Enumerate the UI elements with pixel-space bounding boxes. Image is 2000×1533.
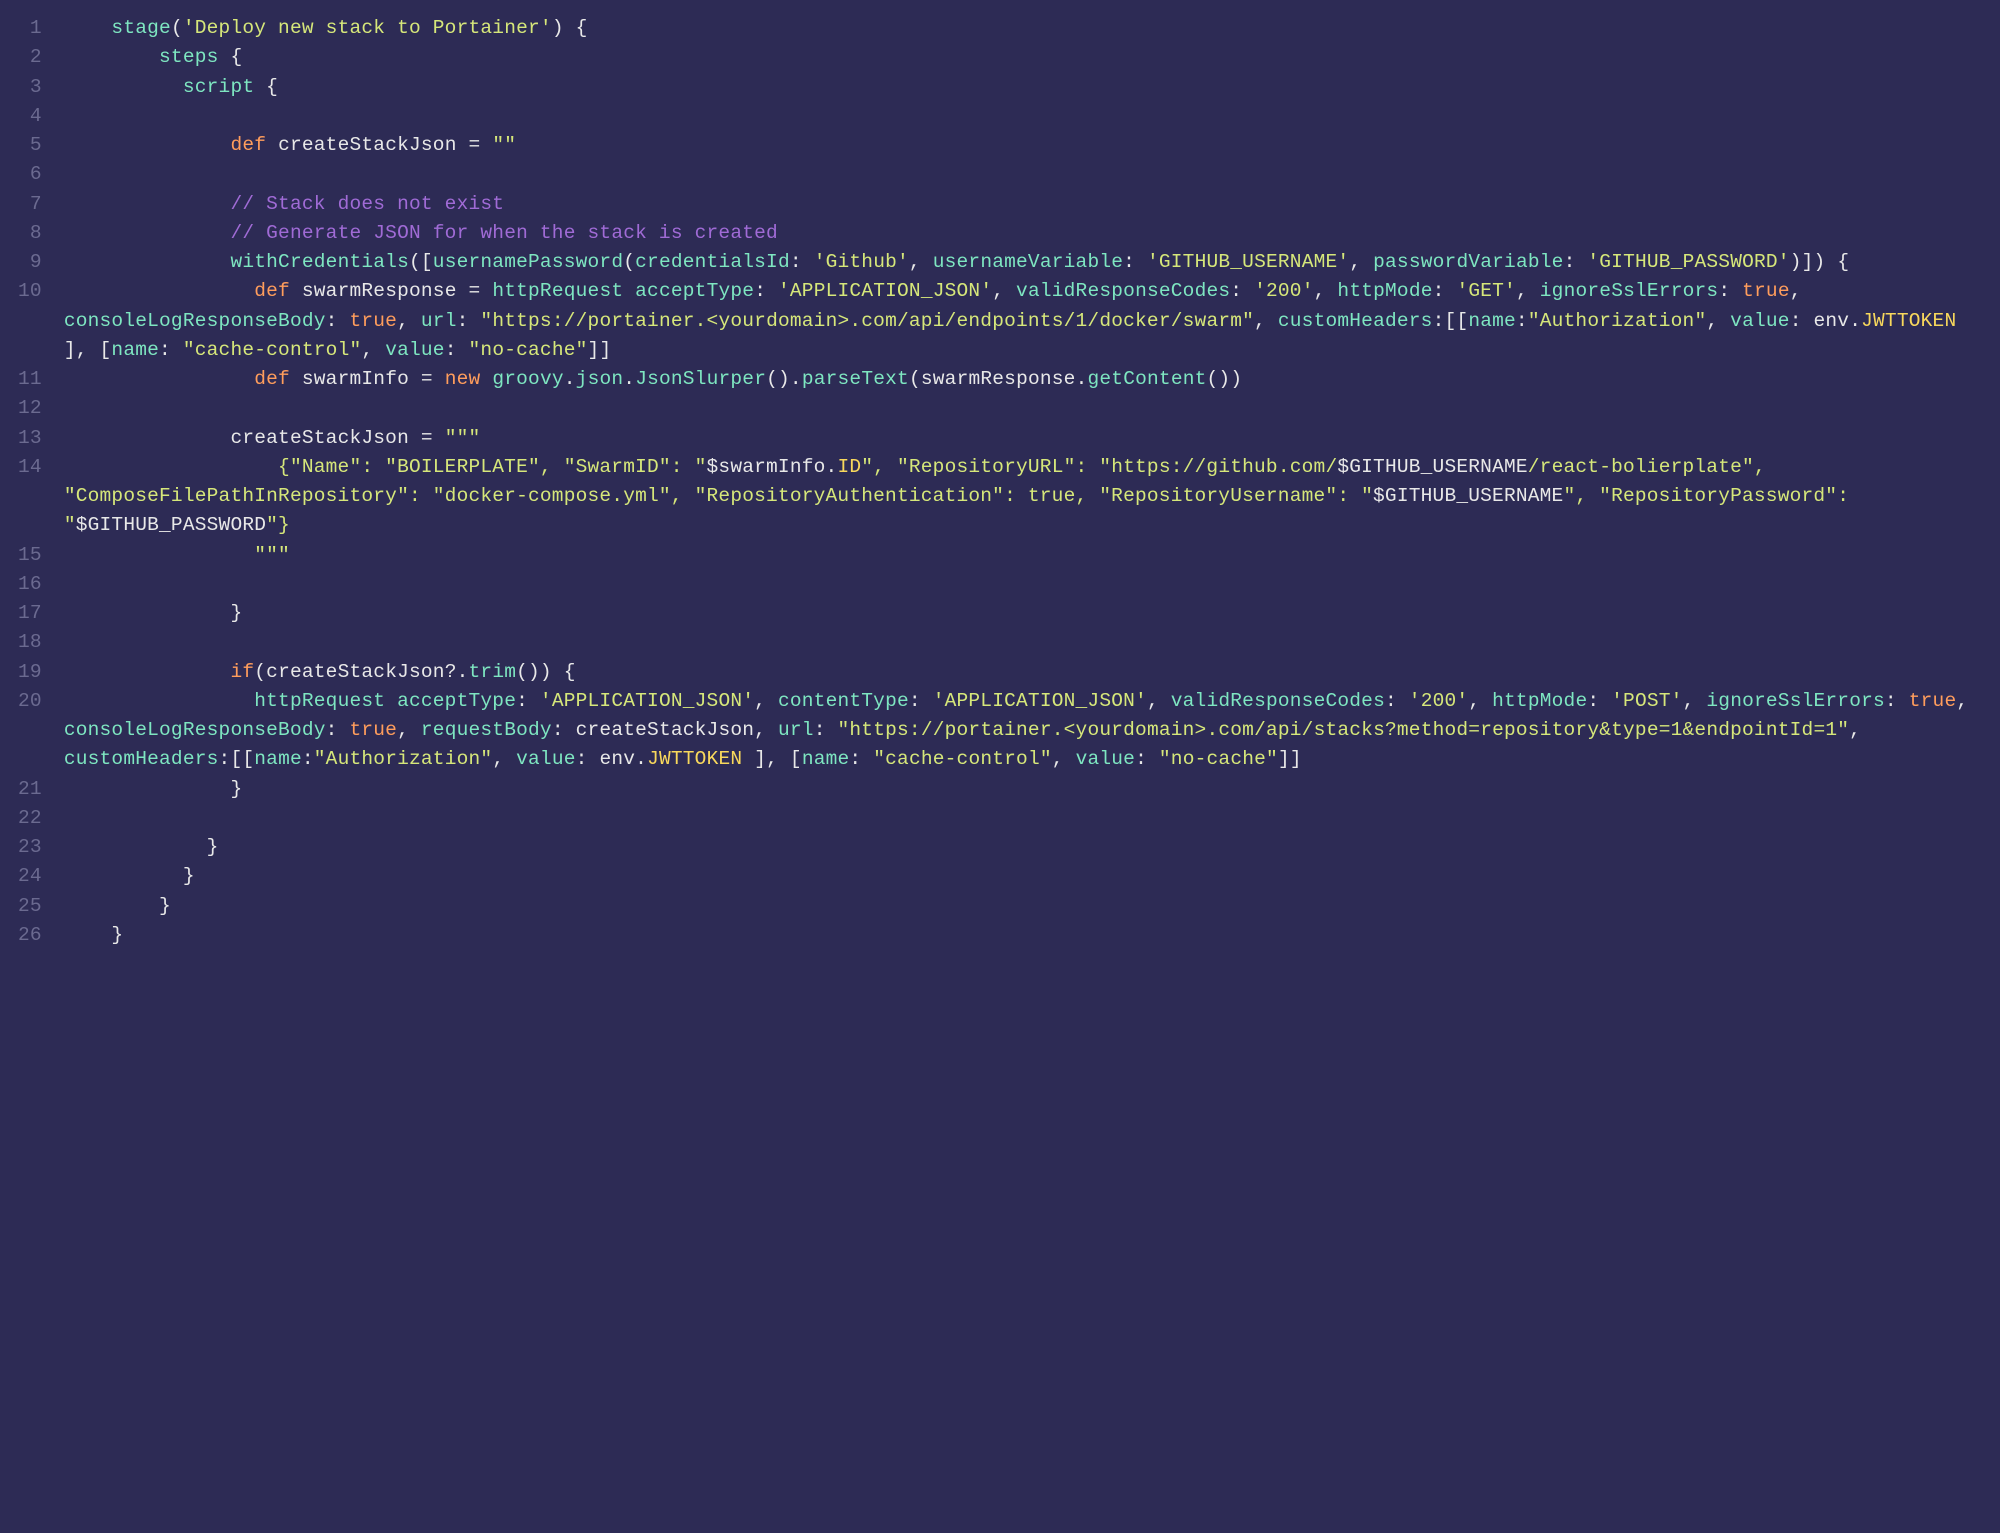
code-line[interactable]: 25 } <box>0 892 2000 921</box>
code-line[interactable]: 26 } <box>0 921 2000 950</box>
code-line[interactable]: 21 } <box>0 775 2000 804</box>
line-number: 4 <box>0 102 64 131</box>
code-line[interactable]: 23 } <box>0 833 2000 862</box>
code-content[interactable]: // Generate JSON for when the stack is c… <box>64 219 2000 248</box>
line-number: 12 <box>0 394 64 423</box>
line-number: 2 <box>0 43 64 72</box>
code-line[interactable]: 2 steps { <box>0 43 2000 72</box>
code-line[interactable]: 24 } <box>0 862 2000 891</box>
code-line[interactable]: 8 // Generate JSON for when the stack is… <box>0 219 2000 248</box>
code-content[interactable] <box>64 160 2000 189</box>
code-content[interactable] <box>64 804 2000 833</box>
line-number: 17 <box>0 599 64 628</box>
code-line[interactable]: 19 if(createStackJson?.trim()) { <box>0 658 2000 687</box>
code-line[interactable]: 12 <box>0 394 2000 423</box>
code-content[interactable]: createStackJson = """ <box>64 424 2000 453</box>
line-number: 26 <box>0 921 64 950</box>
code-content[interactable]: {"Name": "BOILERPLATE", "SwarmID": "$swa… <box>64 453 2000 541</box>
code-content[interactable] <box>64 394 2000 423</box>
code-content[interactable]: } <box>64 892 2000 921</box>
line-number: 3 <box>0 73 64 102</box>
line-number: 6 <box>0 160 64 189</box>
line-number: 24 <box>0 862 64 891</box>
line-number: 8 <box>0 219 64 248</box>
code-content[interactable]: def createStackJson = "" <box>64 131 2000 160</box>
line-number: 25 <box>0 892 64 921</box>
code-content[interactable]: withCredentials([usernamePassword(creden… <box>64 248 2000 277</box>
code-line[interactable]: 18 <box>0 628 2000 657</box>
line-number: 11 <box>0 365 64 394</box>
code-line[interactable]: 16 <box>0 570 2000 599</box>
code-line[interactable]: 11 def swarmInfo = new groovy.json.JsonS… <box>0 365 2000 394</box>
code-content[interactable]: } <box>64 862 2000 891</box>
code-line[interactable]: 1 stage('Deploy new stack to Portainer')… <box>0 14 2000 43</box>
code-line[interactable]: 17 } <box>0 599 2000 628</box>
line-number: 22 <box>0 804 64 833</box>
line-number: 9 <box>0 248 64 277</box>
line-number: 19 <box>0 658 64 687</box>
code-content[interactable]: def swarmResponse = httpRequest acceptTy… <box>64 277 2000 365</box>
code-line[interactable]: 13 createStackJson = """ <box>0 424 2000 453</box>
line-number: 14 <box>0 453 64 541</box>
code-line[interactable]: 14 {"Name": "BOILERPLATE", "SwarmID": "$… <box>0 453 2000 541</box>
code-content[interactable]: } <box>64 775 2000 804</box>
code-editor[interactable]: 1 stage('Deploy new stack to Portainer')… <box>0 14 2000 950</box>
line-number: 5 <box>0 131 64 160</box>
code-line[interactable]: 6 <box>0 160 2000 189</box>
line-number: 1 <box>0 14 64 43</box>
code-content[interactable]: } <box>64 599 2000 628</box>
code-content[interactable]: stage('Deploy new stack to Portainer') { <box>64 14 2000 43</box>
line-number: 13 <box>0 424 64 453</box>
code-line[interactable]: 10 def swarmResponse = httpRequest accep… <box>0 277 2000 365</box>
line-number: 21 <box>0 775 64 804</box>
code-line[interactable]: 22 <box>0 804 2000 833</box>
code-content[interactable] <box>64 102 2000 131</box>
line-number: 23 <box>0 833 64 862</box>
line-number: 10 <box>0 277 64 365</box>
code-content[interactable] <box>64 628 2000 657</box>
line-number: 20 <box>0 687 64 775</box>
code-content[interactable]: } <box>64 921 2000 950</box>
code-line[interactable]: 15 """ <box>0 541 2000 570</box>
line-number: 7 <box>0 190 64 219</box>
code-content[interactable]: def swarmInfo = new groovy.json.JsonSlur… <box>64 365 2000 394</box>
code-content[interactable]: // Stack does not exist <box>64 190 2000 219</box>
line-number: 16 <box>0 570 64 599</box>
code-content[interactable]: script { <box>64 73 2000 102</box>
code-content[interactable] <box>64 570 2000 599</box>
code-line[interactable]: 3 script { <box>0 73 2000 102</box>
code-content[interactable]: } <box>64 833 2000 862</box>
code-content[interactable]: """ <box>64 541 2000 570</box>
line-number: 18 <box>0 628 64 657</box>
code-content[interactable]: if(createStackJson?.trim()) { <box>64 658 2000 687</box>
code-line[interactable]: 7 // Stack does not exist <box>0 190 2000 219</box>
code-line[interactable]: 4 <box>0 102 2000 131</box>
code-content[interactable]: httpRequest acceptType: 'APPLICATION_JSO… <box>64 687 2000 775</box>
line-number: 15 <box>0 541 64 570</box>
code-line[interactable]: 20 httpRequest acceptType: 'APPLICATION_… <box>0 687 2000 775</box>
code-line[interactable]: 5 def createStackJson = "" <box>0 131 2000 160</box>
code-content[interactable]: steps { <box>64 43 2000 72</box>
code-line[interactable]: 9 withCredentials([usernamePassword(cred… <box>0 248 2000 277</box>
